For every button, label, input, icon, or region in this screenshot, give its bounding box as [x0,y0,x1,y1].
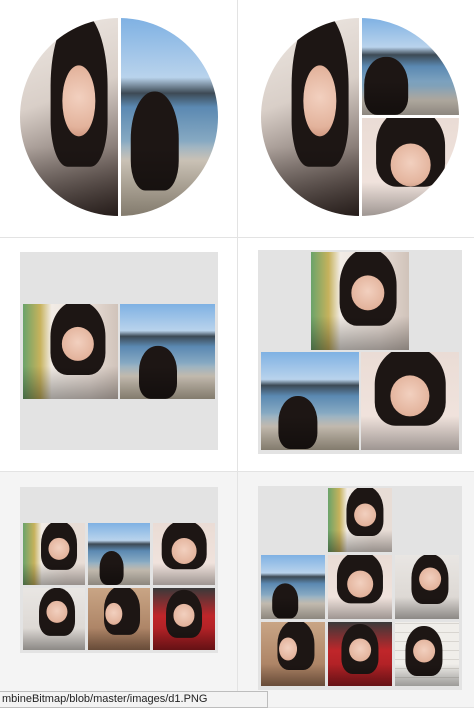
photo-sweater-girl [23,588,85,650]
square-collage-six [20,487,218,653]
photo-portrait-girl [261,18,359,216]
photo-wink-girl [153,523,215,585]
square-collage-two [20,252,218,450]
photo-hood-girl [328,622,392,686]
photo-wink-girl [328,555,392,619]
photo-wink-girl [362,118,459,216]
photo-wink-girl [361,352,459,450]
photo-hood-girl [153,588,215,650]
photo-hair-girl [261,622,325,686]
circle-collage-two [20,18,218,216]
photo-stripe-girl [395,622,459,686]
photo-portrait-girl [20,18,118,216]
photo-hair-girl [88,588,150,650]
photo-beach-girl [261,352,359,450]
circle-collage-three [261,18,459,216]
photo-beach-girl [261,555,325,619]
photo-portrait-girl [311,252,409,350]
photo-portrait-girl [23,523,85,585]
photo-portrait-girl [23,304,118,399]
square-collage-eight [258,486,462,690]
photo-portrait-girl [328,488,392,552]
photo-beach-girl [362,18,459,115]
photo-sweater-girl [395,555,459,619]
photo-beach-girl [88,523,150,585]
status-url: mbineBitmap/blob/master/images/d1.PNG [0,691,268,708]
photo-beach-girl [120,304,215,399]
photo-beach-girl [121,18,218,216]
square-collage-three [258,250,462,454]
